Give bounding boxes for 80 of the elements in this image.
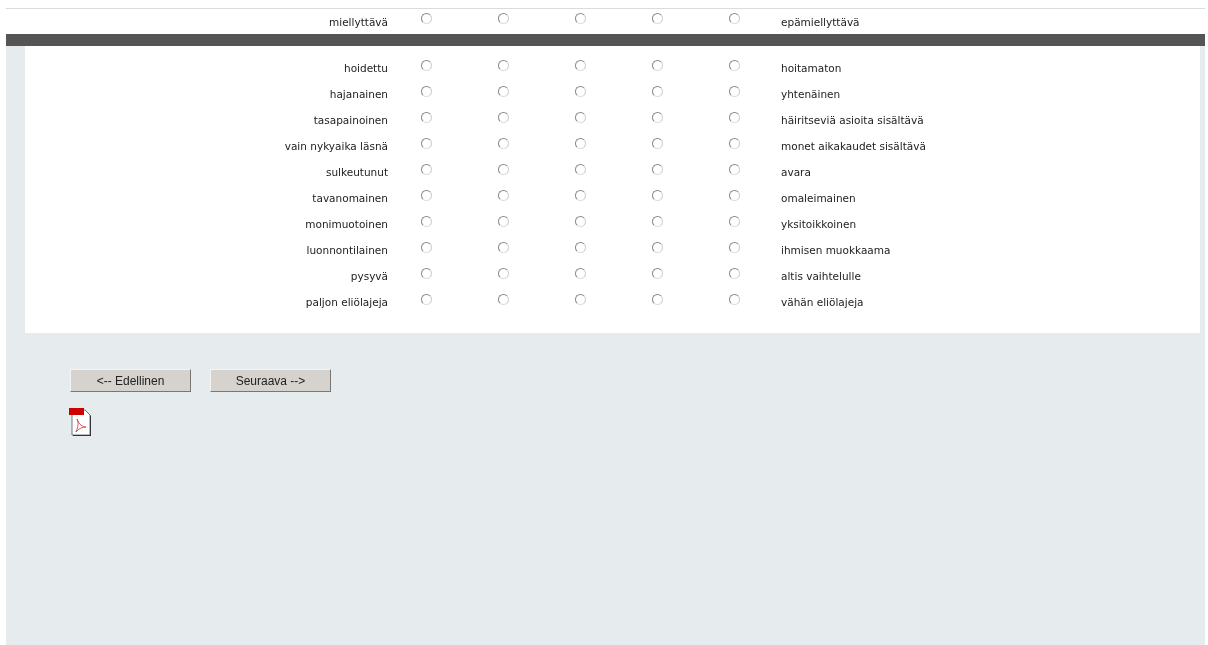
radio-button[interactable]	[421, 59, 432, 71]
scale-label: sulkeutunut	[324, 166, 388, 178]
radio-button[interactable]	[421, 163, 432, 175]
radio-button[interactable]	[498, 111, 509, 123]
scale-label: ihmisen muokkaama	[780, 244, 892, 256]
radio-button[interactable]	[729, 241, 740, 253]
radio-button[interactable]	[575, 111, 586, 123]
radio-button[interactable]	[498, 59, 509, 71]
radio-button[interactable]	[729, 13, 740, 24]
scale-label: häiritseviä asioita sisältävä	[780, 114, 925, 126]
radio-button[interactable]	[498, 163, 509, 175]
radio-button[interactable]	[421, 111, 432, 123]
radio-button[interactable]	[652, 267, 663, 279]
radio-button[interactable]	[652, 13, 663, 24]
radio-button[interactable]	[575, 189, 586, 201]
radio-button[interactable]	[498, 137, 509, 149]
next-button[interactable]: Seuraava -->	[210, 369, 331, 392]
radio-button[interactable]	[729, 85, 740, 97]
radio-button[interactable]	[575, 215, 586, 227]
scale-label: tavanomainen	[311, 192, 388, 204]
radio-button[interactable]	[652, 163, 663, 175]
radio-button[interactable]	[575, 13, 586, 24]
radio-button[interactable]	[498, 13, 509, 24]
radio-button[interactable]	[575, 241, 586, 253]
radio-button[interactable]	[652, 85, 663, 97]
scale-label: paljon eliölajeja	[304, 296, 388, 308]
radio-button[interactable]	[421, 293, 432, 305]
radio-button[interactable]	[421, 215, 432, 227]
radio-button[interactable]	[421, 267, 432, 279]
previous-button[interactable]: <-- Edellinen	[70, 369, 191, 392]
radio-button[interactable]	[652, 215, 663, 227]
scale-label: yhtenäinen	[780, 88, 842, 100]
scale-label: hoitamaton	[780, 62, 843, 74]
scale-label: yksitoikkoinen	[780, 218, 858, 230]
radio-button[interactable]	[652, 137, 663, 149]
radio-button[interactable]	[421, 189, 432, 201]
radio-button[interactable]	[498, 293, 509, 305]
scale-label: tasapainoinen	[312, 114, 388, 126]
radio-button[interactable]	[498, 267, 509, 279]
radio-button[interactable]	[729, 137, 740, 149]
radio-button[interactable]	[498, 189, 509, 201]
radio-button[interactable]	[729, 215, 740, 227]
radio-button[interactable]	[575, 293, 586, 305]
scale-label: avara	[780, 166, 812, 178]
scale-label: vähän eliölajeja	[780, 296, 865, 308]
scale-label: hoidettu	[343, 62, 388, 74]
radio-button[interactable]	[575, 85, 586, 97]
radio-button[interactable]	[498, 241, 509, 253]
scale-label: miellyttävä	[328, 15, 388, 28]
radio-button[interactable]	[652, 111, 663, 123]
radio-button[interactable]	[575, 137, 586, 149]
scale-label: monimuotoinen	[304, 218, 388, 230]
scale-label: epämiellyttävä	[780, 15, 861, 28]
radio-button[interactable]	[421, 241, 432, 253]
radio-button[interactable]	[498, 215, 509, 227]
scale-label: pysyvä	[349, 270, 388, 282]
radio-button[interactable]	[575, 267, 586, 279]
scale-label: vain nykyaika läsnä	[283, 140, 388, 152]
radio-button[interactable]	[652, 293, 663, 305]
radio-button[interactable]	[421, 85, 432, 97]
radio-button[interactable]	[652, 241, 663, 253]
radio-button[interactable]	[729, 293, 740, 305]
radio-button[interactable]	[421, 137, 432, 149]
radio-button[interactable]	[498, 85, 509, 97]
radio-button[interactable]	[729, 163, 740, 175]
scale-label: omaleimainen	[780, 192, 857, 204]
radio-button[interactable]	[421, 13, 432, 24]
radio-button[interactable]	[575, 59, 586, 71]
radio-button[interactable]	[652, 59, 663, 71]
scale-label: hajanainen	[328, 88, 388, 100]
radio-button[interactable]	[729, 189, 740, 201]
radio-button[interactable]	[729, 59, 740, 71]
radio-button[interactable]	[652, 189, 663, 201]
pdf-file-icon[interactable]	[69, 407, 93, 437]
radio-button[interactable]	[729, 267, 740, 279]
scale-label: altis vaihtelulle	[780, 270, 862, 282]
radio-button[interactable]	[575, 163, 586, 175]
scale-label: monet aikakaudet sisältävä	[780, 140, 927, 152]
scale-label: luonnontilainen	[305, 244, 388, 256]
radio-button[interactable]	[729, 111, 740, 123]
